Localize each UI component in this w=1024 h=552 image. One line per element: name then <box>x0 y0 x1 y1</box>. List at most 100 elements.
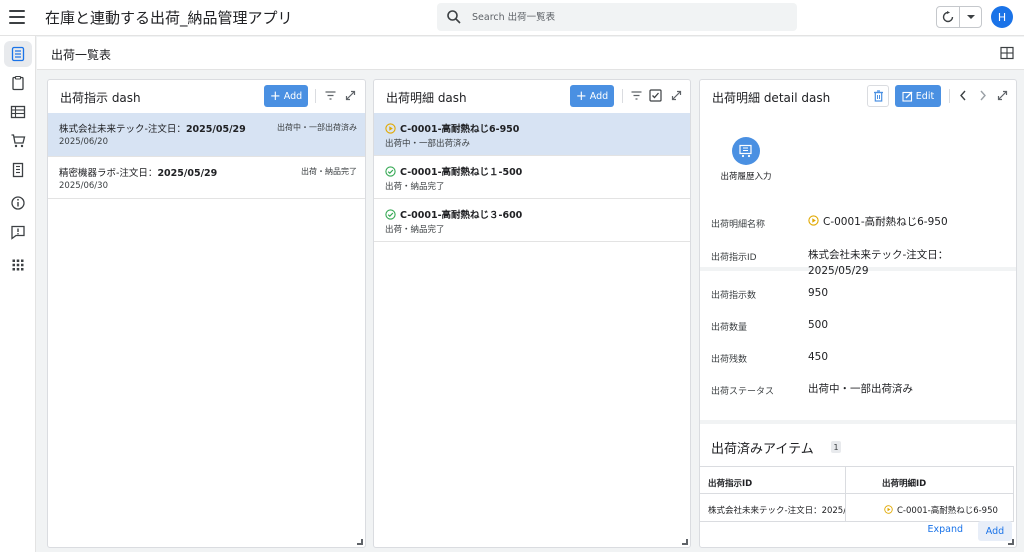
cart-icon <box>732 137 760 165</box>
nav-table[interactable] <box>4 99 32 125</box>
field-label: 出荷ステータス <box>711 387 775 397</box>
list-item[interactable]: C-0001-高耐熱ねじ３-600 出荷・納品完了 <box>374 199 690 242</box>
info-icon <box>11 196 25 210</box>
building-icon <box>12 162 24 178</box>
action-label: 出荷履歴入力 <box>720 172 772 182</box>
nav-cart[interactable] <box>4 128 32 154</box>
field-value: 株式会社未来テック-注文日：2025/05/29 <box>808 249 949 277</box>
search-box[interactable] <box>437 3 797 31</box>
chevron-left-icon[interactable] <box>956 89 969 102</box>
panel-title: 出荷指示 dash <box>60 91 141 105</box>
shipping-history-input-action[interactable]: 出荷履歴入力 <box>716 137 776 182</box>
resize-handle[interactable] <box>682 539 688 545</box>
check-circle-icon <box>385 166 396 177</box>
nav-feedback[interactable] <box>4 219 32 245</box>
field-value: 450 <box>808 351 829 363</box>
add-button[interactable]: + Add <box>570 85 614 107</box>
panel-header: 出荷明細 detail dash Edit <box>700 80 1016 113</box>
resize-handle[interactable] <box>357 539 363 545</box>
chevron-down-icon <box>966 15 975 19</box>
panel-header: 出荷指示 dash + Add <box>48 80 365 113</box>
search-input[interactable] <box>472 11 772 23</box>
row-status: 出荷・納品完了 <box>385 182 445 192</box>
play-circle-icon <box>385 123 396 134</box>
nav-building[interactable] <box>4 157 32 183</box>
list-item[interactable]: 株式会社未来テック-注文日：2025/05/29 2025/06/20 出荷中・… <box>48 113 365 157</box>
nav-apps[interactable] <box>4 252 32 278</box>
field-label: 出荷数量 <box>711 323 748 333</box>
list-item[interactable]: C-0001-高耐熱ねじ１-500 出荷・納品完了 <box>374 156 690 199</box>
layout-grid-icon[interactable] <box>1000 46 1014 60</box>
field-value: 出荷中・一部出荷済み <box>808 383 913 395</box>
field-label: 出荷明細名称 <box>711 220 766 230</box>
row-status: 出荷・納品完了 <box>385 225 445 235</box>
column-header[interactable]: 出荷指示ID <box>700 466 846 494</box>
expand-icon[interactable] <box>670 89 683 102</box>
page-header: 出荷一覧表 <box>37 37 1024 70</box>
filter-icon[interactable] <box>630 89 643 102</box>
menu-icon[interactable] <box>9 10 25 24</box>
expand-icon[interactable] <box>996 89 1009 102</box>
select-checkbox-icon[interactable] <box>649 89 662 102</box>
panel-shipping-detail: 出荷明細 detail dash Edit 出荷履歴入力 出荷明細名称 C-00… <box>699 79 1017 548</box>
plus-icon: + <box>269 88 281 104</box>
table-icon <box>10 105 26 119</box>
sync-dropdown-button[interactable] <box>959 7 981 27</box>
sync-icon <box>942 11 954 23</box>
row-title: C-0001-高耐熱ねじ6-950 <box>385 121 519 135</box>
avatar[interactable]: H <box>991 6 1013 28</box>
apps-grid-icon <box>12 259 24 271</box>
list-document-icon <box>11 46 25 62</box>
table-cell[interactable]: 株式会社未来テック-注文日：2025/05/29 <box>700 494 846 522</box>
left-nav <box>0 36 36 552</box>
panel-title: 出荷明細 dash <box>386 91 467 105</box>
delete-button[interactable] <box>867 85 889 107</box>
add-shipped-item-button[interactable]: Add <box>978 521 1012 541</box>
nav-list-view[interactable] <box>4 41 32 67</box>
check-circle-icon <box>385 209 396 220</box>
chevron-right-icon[interactable] <box>976 89 989 102</box>
add-button[interactable]: + Add <box>264 85 308 107</box>
top-bar: 在庫と連動する出荷_納品管理アプリ H <box>0 0 1024 36</box>
row-status: 出荷中・一部出荷済み <box>385 139 471 149</box>
count-badge: 1 <box>831 441 841 453</box>
feedback-icon <box>11 225 25 240</box>
table-cell[interactable]: C-0001-高耐熱ねじ6-950 <box>846 494 1014 522</box>
field-value: 950 <box>808 287 829 299</box>
row-date: 2025/06/30 <box>59 181 108 191</box>
field-value: 500 <box>808 319 829 331</box>
page-title: 出荷一覧表 <box>51 48 112 62</box>
row-status: 出荷・納品完了 <box>301 167 357 176</box>
clipboard-icon <box>12 75 24 91</box>
panel-header: 出荷明細 dash + Add <box>374 80 690 113</box>
nav-clipboard[interactable] <box>4 70 32 96</box>
row-date: 2025/06/20 <box>59 137 108 147</box>
expand-link[interactable]: Expand <box>927 524 963 535</box>
list-item[interactable]: C-0001-高耐熱ねじ6-950 出荷中・一部出荷済み <box>374 113 690 156</box>
row-title: C-0001-高耐熱ねじ１-500 <box>385 164 522 178</box>
sync-button[interactable] <box>937 7 959 27</box>
field-label: 出荷指示数 <box>711 291 757 301</box>
search-icon <box>447 10 461 24</box>
expand-icon[interactable] <box>344 89 357 102</box>
play-circle-icon <box>808 215 819 226</box>
filter-icon[interactable] <box>324 89 337 102</box>
column-header[interactable]: 出荷明細ID <box>846 466 1014 494</box>
nav-info[interactable] <box>4 190 32 216</box>
resize-handle[interactable] <box>1008 539 1014 545</box>
field-label: 出荷指示ID <box>711 253 757 263</box>
edit-button[interactable]: Edit <box>895 85 941 107</box>
sync-control <box>936 6 982 28</box>
row-title: 株式会社未来テック-注文日：2025/05/29 <box>59 124 246 135</box>
trash-icon <box>873 90 883 102</box>
panel-shipping-instructions: 出荷指示 dash + Add 株式会社未来テック-注文日：2025/05/29 … <box>47 79 366 548</box>
divider <box>315 89 316 103</box>
play-circle-icon <box>884 505 893 514</box>
edit-label: Edit <box>915 90 935 102</box>
row-title: 精密機器ラボ-注文日：2025/05/29 <box>59 168 218 179</box>
add-label: Add <box>589 90 609 102</box>
cart-icon <box>11 134 26 148</box>
row-title: C-0001-高耐熱ねじ３-600 <box>385 207 522 221</box>
divider <box>949 89 950 103</box>
list-item[interactable]: 精密機器ラボ-注文日：2025/05/29 2025/06/30 出荷・納品完了 <box>48 157 365 199</box>
